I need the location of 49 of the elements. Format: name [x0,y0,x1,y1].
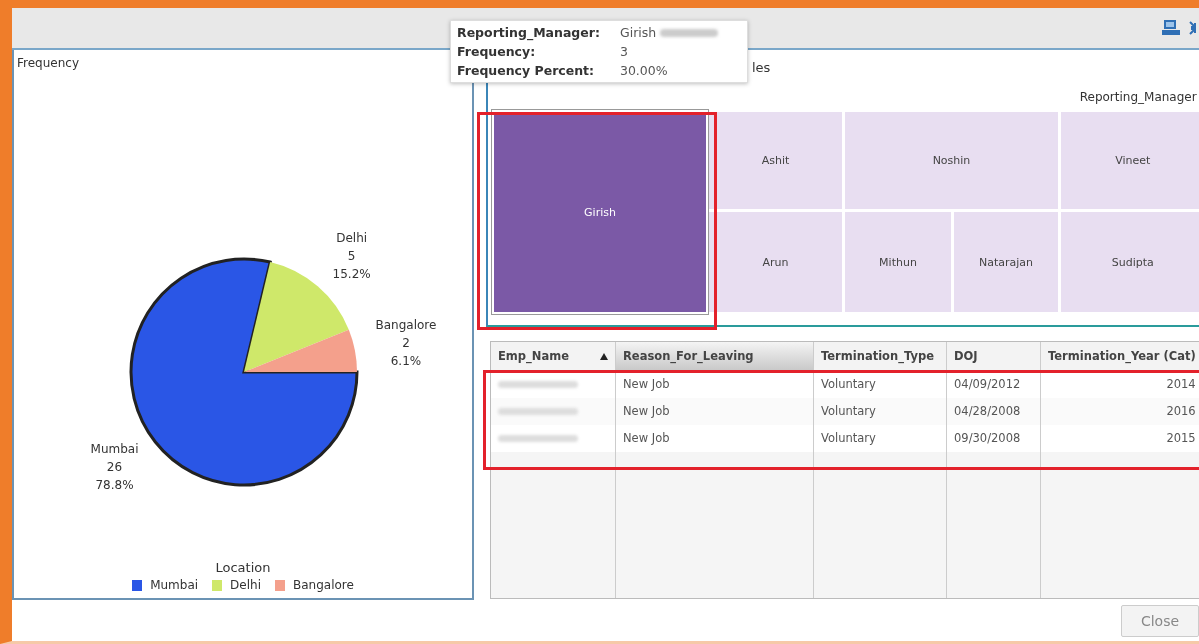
column-header[interactable]: Reason_For_Leaving [616,342,814,371]
monitor-icon[interactable] [1161,19,1181,37]
column-header[interactable]: Emp_Name [491,342,616,371]
table-cell: 04/28/2008 [954,404,1021,418]
treemap-tile[interactable]: Girish [494,112,706,312]
section-title: les [752,60,771,75]
legend-title: Location [215,560,271,575]
tooltip-label: Frequency: [457,44,537,59]
table-cell: 2016 [1166,404,1196,418]
treemap-tile[interactable]: Mithun [845,212,951,312]
treemap-tile[interactable]: Ashit [709,112,842,209]
treemap-tile[interactable]: Noshin [845,112,1058,209]
slice-name: Bangalore [375,317,437,332]
legend-label: Delhi [230,578,261,592]
table-cell: 2014 [1166,377,1196,391]
table-cell: 09/30/2008 [954,431,1021,445]
table-cell: 04/09/2012 [954,377,1021,391]
table-cell: Voluntary [821,404,876,418]
column-header[interactable]: Termination_Type [814,342,947,371]
treemap-tile[interactable]: Natarajan [954,212,1058,312]
table-cell: Voluntary [821,431,876,445]
table-cell: New Job [623,431,670,445]
tooltip-label: Reporting_Manager: [457,25,600,40]
tooltip-value: 3 [619,44,629,59]
slice-count: 5 [347,249,356,264]
collapse-icon[interactable] [1189,20,1199,36]
chart-title: Frequency [16,55,80,70]
slice-percent: 15.2% [332,267,371,282]
slice-name: Mumbai [90,441,139,456]
tooltip-label: Frequency Percent: [457,63,596,78]
table-cell: 2015 [1166,431,1196,445]
table-cell: New Job [623,377,670,391]
treemap-tile[interactable]: Arun [709,212,842,312]
treemap-label: Reporting_Manager [1079,90,1197,104]
treemap-tile[interactable]: Sudipta [1061,212,1199,312]
slice-name: Delhi [336,231,368,246]
tooltip-value: 30.00% [619,63,669,78]
slice-percent: 6.1% [390,353,422,368]
tooltip-value: Girish [619,25,741,40]
column-header[interactable]: Termination_Year (Cat) [1041,342,1199,371]
slice-percent: 78.8% [95,477,134,492]
table-cell: New Job [623,404,670,418]
slice-count: 26 [106,459,123,474]
slice-count: 2 [402,335,410,350]
treemap-tile[interactable]: Vineet [1061,112,1199,209]
column-header[interactable]: DOJ [947,342,1041,371]
legend-label: Mumbai [150,578,199,592]
table-cell: Voluntary [821,377,876,391]
legend-label: Bangalore [293,578,354,592]
